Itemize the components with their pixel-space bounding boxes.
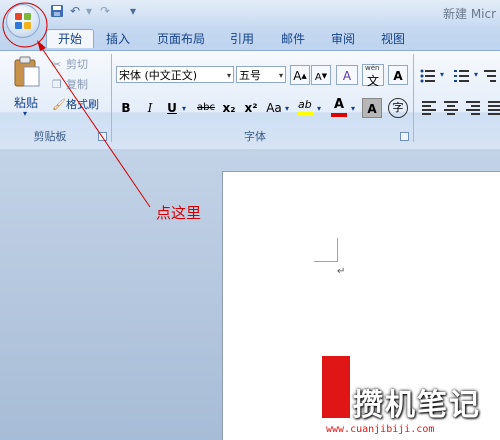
annotation-overlay — [2, 2, 151, 208]
annotation-arrowhead — [37, 40, 46, 51]
annotation-arrow — [38, 43, 151, 208]
annotation-label: 点这里 — [156, 204, 202, 222]
watermark-url: www.cuanjibiji.com — [326, 424, 435, 435]
annotation-circle — [2, 2, 48, 48]
watermark-text: 攒机笔记 — [353, 388, 481, 423]
watermark-logo-block — [322, 356, 350, 418]
